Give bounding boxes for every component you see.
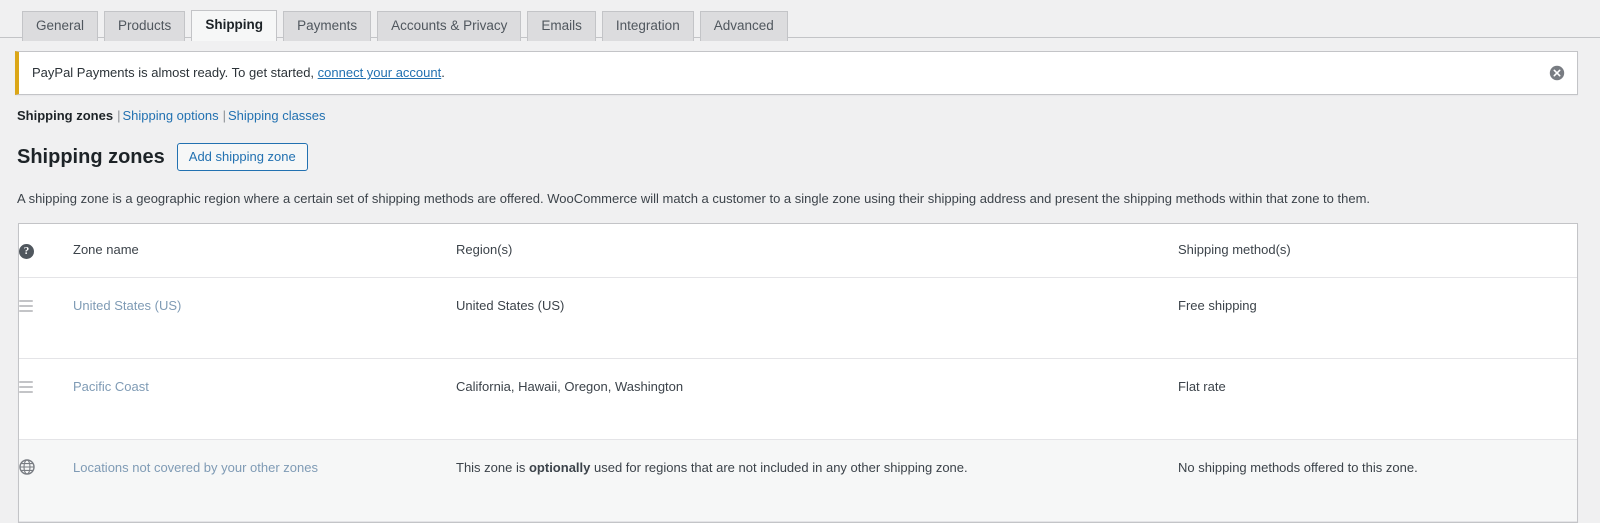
shipping-zones-table-container: ? Zone name Region(s) Shipping method(s)… (18, 223, 1578, 523)
zone-name-link[interactable]: United States (US) (73, 298, 181, 313)
table-row: United States (US) United States (US) Free… (19, 277, 1577, 359)
tab-shipping[interactable]: Shipping (191, 10, 278, 41)
page-title-row: Shipping zones Add shipping zone (17, 142, 1600, 171)
shipping-zones-table-body: United States (US) United States (US) Free… (19, 277, 1577, 522)
settings-tab-strip: General Products Shipping Payments Accounts … (0, 0, 1600, 41)
header-cell-methods: Shipping method(s) (1178, 224, 1577, 278)
table-header-row: ? Zone name Region(s) Shipping method(s) (19, 224, 1577, 278)
globe-icon (19, 459, 35, 475)
subnav-separator-2: | (222, 107, 226, 123)
tab-integration[interactable]: Integration (601, 11, 694, 41)
header-cell-zone-name: Zone name (73, 224, 456, 278)
paypal-notice-text-after: . (441, 65, 445, 80)
settings-tabs: General Products Shipping Payments Accounts … (22, 9, 1600, 41)
subnav-current-shipping-zones: Shipping zones (17, 107, 114, 123)
zone-name-link[interactable]: Locations not covered by your other zone… (73, 460, 318, 475)
close-circle-icon[interactable] (1549, 65, 1565, 81)
page-title: Shipping zones (17, 145, 165, 168)
connect-your-account-link[interactable]: connect your account (318, 65, 442, 80)
tab-payments[interactable]: Payments (283, 11, 372, 41)
paypal-notice: PayPal Payments is almost ready. To get … (15, 51, 1578, 95)
table-row: Pacific Coast California, Hawaii, Oregon,… (19, 358, 1577, 440)
shipping-zones-table-head: ? Zone name Region(s) Shipping method(s) (19, 224, 1577, 278)
row-regions-cell: United States (US) (456, 277, 1178, 359)
row-handle-cell (19, 439, 73, 522)
row-handle-cell (19, 277, 73, 359)
row-zone-name-cell: Pacific Coast (73, 358, 456, 440)
row-methods-cell: No shipping methods offered to this zone… (1178, 439, 1577, 522)
row-zone-name-cell: Locations not covered by your other zone… (73, 439, 456, 522)
row-handle-cell (19, 358, 73, 440)
regions-text-emphasis: optionally (528, 460, 591, 475)
paypal-notice-text-before: PayPal Payments is almost ready. To get … (32, 65, 318, 80)
header-cell-handle: ? (19, 224, 73, 278)
regions-text-before: This zone is (456, 460, 529, 475)
help-icon[interactable]: ? (19, 244, 34, 259)
row-regions-cell: California, Hawaii, Oregon, Washington (456, 358, 1178, 440)
shipping-zones-description: A shipping zone is a geographic region w… (17, 190, 1371, 206)
shipping-zones-table: ? Zone name Region(s) Shipping method(s)… (19, 224, 1577, 522)
tab-products[interactable]: Products (104, 11, 186, 41)
zone-name-link[interactable]: Pacific Coast (73, 379, 149, 394)
row-regions-cell: This zone is optionally used for regions… (456, 439, 1178, 522)
drag-handle-icon[interactable] (19, 381, 33, 393)
tab-emails[interactable]: Emails (527, 11, 596, 41)
row-zone-name-cell: United States (US) (73, 277, 456, 359)
shipping-subnav: Shipping zones | Shipping options | Shipping… (17, 107, 1600, 125)
subnav-link-shipping-options[interactable]: Shipping options (122, 108, 218, 123)
drag-handle-icon[interactable] (19, 300, 33, 312)
paypal-notice-text: PayPal Payments is almost ready. To get … (32, 63, 445, 83)
tab-accounts-privacy[interactable]: Accounts & Privacy (377, 11, 522, 41)
regions-text-after: used for regions that are not included i… (590, 460, 968, 475)
header-cell-regions: Region(s) (456, 224, 1178, 278)
tab-general[interactable]: General (22, 11, 99, 41)
subnav-link-shipping-classes[interactable]: Shipping classes (228, 108, 326, 123)
row-methods-cell: Flat rate (1178, 358, 1577, 440)
table-row: Locations not covered by your other zone… (19, 439, 1577, 522)
tab-advanced[interactable]: Advanced (699, 11, 788, 41)
add-shipping-zone-button[interactable]: Add shipping zone (176, 142, 308, 171)
row-methods-cell: Free shipping (1178, 277, 1577, 359)
